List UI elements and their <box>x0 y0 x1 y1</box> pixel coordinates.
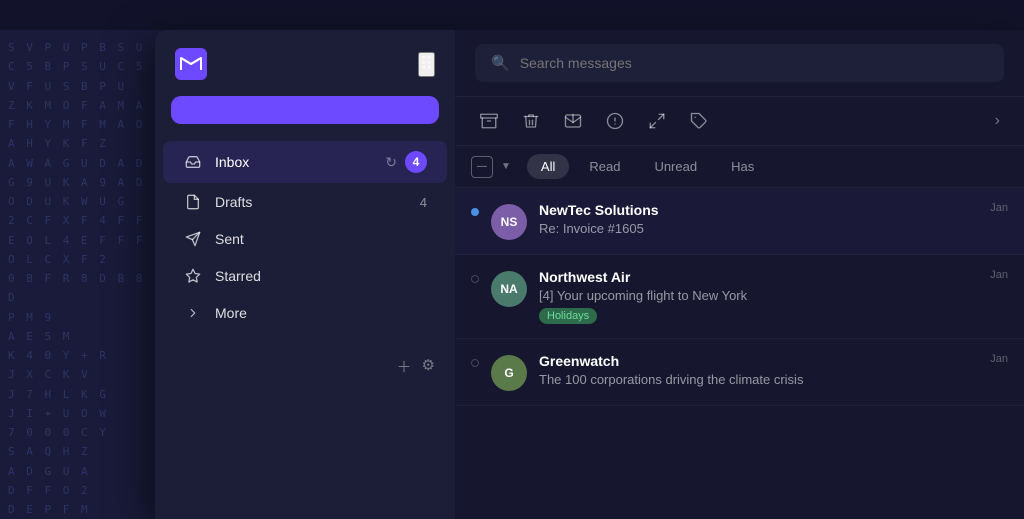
email-date: Jan <box>990 353 1008 365</box>
alert-icon-button[interactable] <box>597 105 633 137</box>
sidebar-item-sent[interactable]: Sent <box>163 221 447 257</box>
email-content: Greenwatch The 100 corporations driving … <box>539 353 978 387</box>
filter-tab-all[interactable]: All <box>527 154 569 179</box>
email-list: NS NewTec Solutions Re: Invoice #1605 Ja… <box>455 188 1024 519</box>
new-message-button[interactable] <box>171 96 439 124</box>
bg-letters: S V P U P B S U C 5 B P S U C 5 V F U S … <box>0 30 160 519</box>
filter-tabs: AllReadUnreadHas <box>527 154 768 179</box>
email-meta: Jan <box>990 202 1008 214</box>
folders-section: ＋ ⚙ <box>155 348 455 385</box>
app-window: ⠿ Inbox ↻ 4 Drafts 4 Sent Starred More <box>155 30 1024 519</box>
email-sender: Northwest Air <box>539 269 978 285</box>
filter-tab-has[interactable]: Has <box>717 154 768 179</box>
select-all-checkbox[interactable]: — <box>471 156 493 178</box>
drafts-icon <box>183 194 203 210</box>
add-folder-icon[interactable]: ＋ <box>397 356 412 377</box>
email-sender: Greenwatch <box>539 353 978 369</box>
starred-label: Starred <box>215 268 427 284</box>
email-meta: Jan <box>990 269 1008 281</box>
sidebar: ⠿ Inbox ↻ 4 Drafts 4 Sent Starred More <box>155 30 455 519</box>
avatar: G <box>491 355 527 391</box>
sidebar-item-drafts[interactable]: Drafts 4 <box>163 184 447 220</box>
email-meta: Jan <box>990 353 1008 365</box>
search-icon: 🔍 <box>491 54 510 72</box>
email-date: Jan <box>990 202 1008 214</box>
inbox-label: Inbox <box>215 154 385 170</box>
search-bar: 🔍 <box>455 30 1024 97</box>
email-subject: The 100 corporations driving the climate… <box>539 372 978 387</box>
mark-spam-button[interactable] <box>555 105 591 137</box>
email-date: Jan <box>990 269 1008 281</box>
filter-tab-unread[interactable]: Unread <box>640 154 711 179</box>
folder-settings-icon[interactable]: ⚙ <box>422 356 435 377</box>
folders-actions: ＋ ⚙ <box>397 356 435 377</box>
drafts-label: Drafts <box>215 194 420 210</box>
grid-apps-button[interactable]: ⠿ <box>418 52 435 77</box>
filter-bar: — ▼ AllReadUnreadHas <box>455 146 1024 188</box>
email-sender: NewTec Solutions <box>539 202 978 218</box>
sidebar-header: ⠿ <box>155 30 455 96</box>
unread-dot <box>471 359 479 367</box>
more-label: More <box>215 305 427 321</box>
chevron-icon <box>183 306 203 320</box>
move-icon-button[interactable] <box>639 105 675 137</box>
drafts-count: 4 <box>420 195 427 210</box>
email-content: NewTec Solutions Re: Invoice #1605 <box>539 202 978 236</box>
unread-dot <box>471 275 479 283</box>
filter-tab-read[interactable]: Read <box>575 154 634 179</box>
email-subject: Re: Invoice #1605 <box>539 221 978 236</box>
email-content: Northwest Air [4] Your upcoming flight t… <box>539 269 978 324</box>
sent-icon <box>183 231 203 247</box>
sent-label: Sent <box>215 231 427 247</box>
trash-icon-button[interactable] <box>513 105 549 137</box>
top-strip <box>0 0 1024 30</box>
inbox-badge: 4 <box>405 151 427 173</box>
logo-area <box>175 48 217 80</box>
email-tag: Holidays <box>539 308 597 324</box>
email-item[interactable]: NA Northwest Air [4] Your upcoming fligh… <box>455 255 1024 339</box>
main-content: 🔍 › <box>455 30 1024 519</box>
search-input[interactable] <box>520 55 988 71</box>
email-item[interactable]: G Greenwatch The 100 corporations drivin… <box>455 339 1024 406</box>
search-input-wrapper: 🔍 <box>475 44 1004 82</box>
email-toolbar: › <box>455 97 1024 146</box>
sidebar-item-more[interactable]: More <box>163 295 447 331</box>
avatar: NA <box>491 271 527 307</box>
tag-icon-button[interactable] <box>681 105 717 137</box>
inbox-icon <box>183 154 203 170</box>
select-dropdown-arrow[interactable]: ▼ <box>501 161 511 172</box>
avatar: NS <box>491 204 527 240</box>
email-subject: [4] Your upcoming flight to New York <box>539 288 978 303</box>
toolbar-more-button[interactable]: › <box>987 107 1008 135</box>
unread-dot <box>471 208 479 216</box>
sidebar-item-inbox[interactable]: Inbox ↻ 4 <box>163 141 447 183</box>
proton-logo-icon <box>175 48 207 80</box>
nav-list: Inbox ↻ 4 Drafts 4 Sent Starred More <box>155 140 455 332</box>
inbox-refresh-icon: ↻ <box>385 154 397 171</box>
star-icon <box>183 268 203 284</box>
email-item[interactable]: NS NewTec Solutions Re: Invoice #1605 Ja… <box>455 188 1024 255</box>
archive-icon-button[interactable] <box>471 105 507 137</box>
sidebar-item-starred[interactable]: Starred <box>163 258 447 294</box>
